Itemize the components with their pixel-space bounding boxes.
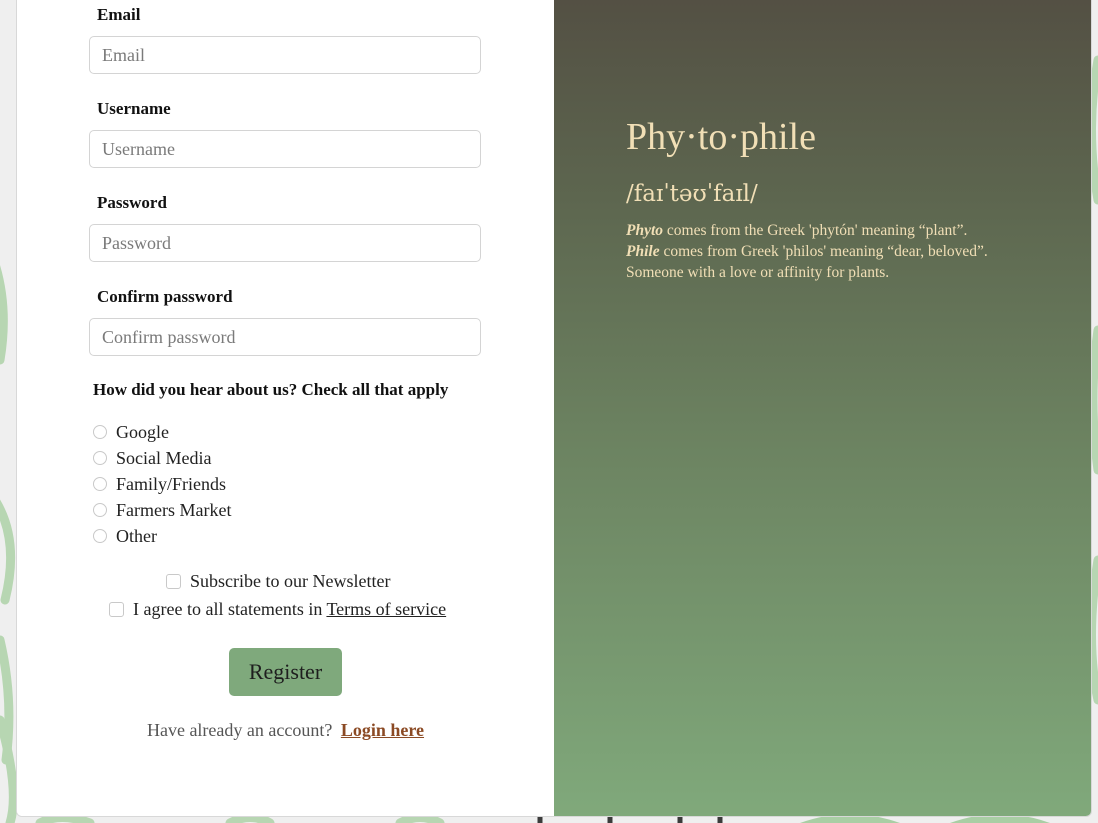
confirm-password-label: Confirm password <box>97 287 233 306</box>
username-input[interactable] <box>89 130 481 168</box>
referral-question: How did you hear about us? Check all tha… <box>93 380 449 399</box>
definition-term: Phile <box>626 243 660 260</box>
terms-of-service-link[interactable]: Terms of service <box>326 599 446 620</box>
definition-panel: Phy·to·phile /faɪˈtəʊˈfaɪl/ Phyto comes … <box>554 0 1091 816</box>
option-farmers-market[interactable]: Farmers Market <box>93 497 231 523</box>
password-input[interactable] <box>89 224 481 262</box>
login-prompt-row: Have already an account? Login here <box>17 720 554 741</box>
option-other[interactable]: Other <box>93 523 231 549</box>
email-input[interactable] <box>89 36 481 74</box>
newsletter-row[interactable]: Subscribe to our Newsletter <box>166 571 390 592</box>
definition-phonetic: /faɪˈtəʊˈfaɪl/ <box>626 181 758 207</box>
newsletter-checkbox[interactable] <box>166 574 181 589</box>
definition-description: Phyto comes from the Greek 'phytón' mean… <box>626 220 1066 283</box>
option-google[interactable]: Google <box>93 419 231 445</box>
definition-line: Phile comes from Greek 'philos' meaning … <box>626 241 1066 262</box>
login-prompt: Have already an account? <box>146 720 333 740</box>
definition-text: comes from the Greek 'phytón' meaning “p… <box>666 222 968 239</box>
definition-term: Phyto <box>626 222 664 239</box>
option-label: Other <box>116 525 157 546</box>
login-link[interactable]: Login here <box>341 720 424 740</box>
username-label: Username <box>97 99 171 118</box>
terms-checkbox[interactable] <box>109 602 124 617</box>
referral-options: Google Social Media Family/Friends Farme… <box>93 419 231 549</box>
definition-text: Someone with a love or affinity for plan… <box>626 264 890 281</box>
option-label: Google <box>116 421 169 442</box>
option-family-friends[interactable]: Family/Friends <box>93 471 231 497</box>
radio-icon[interactable] <box>93 477 107 491</box>
definition-line: Phyto comes from the Greek 'phytón' mean… <box>626 220 1066 241</box>
definition-title: Phy·to·phile <box>626 116 816 158</box>
radio-icon[interactable] <box>93 451 107 465</box>
option-label: Family/Friends <box>116 473 227 494</box>
confirm-password-input[interactable] <box>89 318 481 356</box>
newsletter-label: Subscribe to our Newsletter <box>190 571 391 591</box>
radio-icon[interactable] <box>93 425 107 439</box>
registration-card: Email Username Password Confirm password… <box>16 0 1092 817</box>
option-label: Social Media <box>116 447 212 468</box>
terms-row[interactable]: I agree to all statements in Terms of se… <box>109 599 446 620</box>
terms-label: I agree to all statements in <box>133 599 323 619</box>
option-social-media[interactable]: Social Media <box>93 445 231 471</box>
email-label: Email <box>97 5 141 24</box>
definition-line: Someone with a love or affinity for plan… <box>626 262 1066 283</box>
register-button[interactable]: Register <box>229 648 342 696</box>
password-label: Password <box>97 193 167 212</box>
option-label: Farmers Market <box>116 499 232 520</box>
registration-form: Email Username Password Confirm password… <box>17 0 554 816</box>
radio-icon[interactable] <box>93 503 107 517</box>
definition-text: comes from Greek 'philos' meaning “dear,… <box>663 243 988 260</box>
radio-icon[interactable] <box>93 529 107 543</box>
